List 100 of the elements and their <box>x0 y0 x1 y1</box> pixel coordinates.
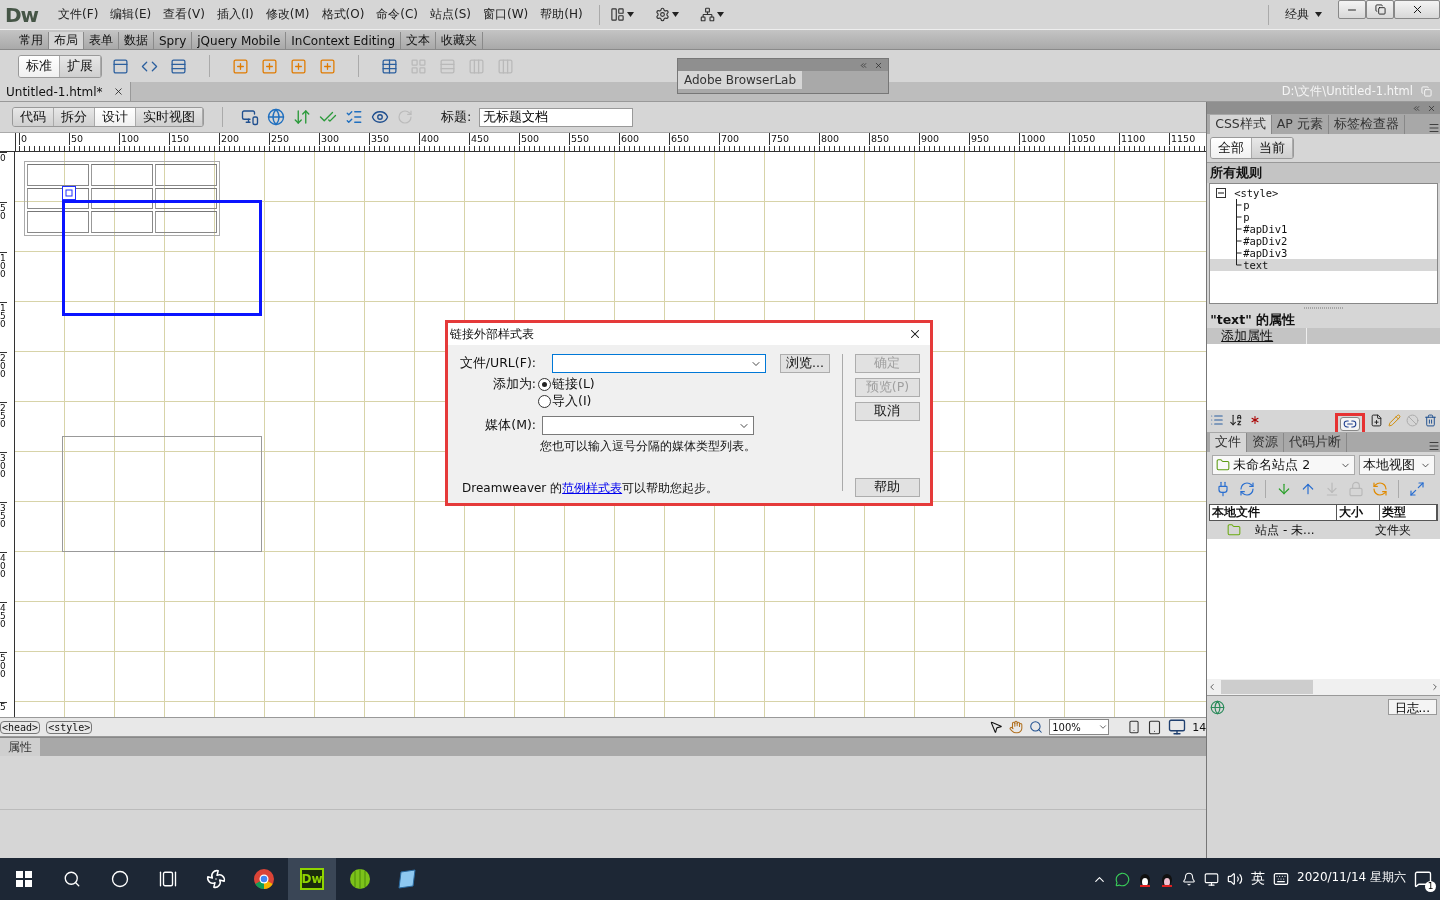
mode-tab[interactable]: 标准 <box>19 55 60 77</box>
ap-div[interactable] <box>62 200 262 316</box>
mode-tab[interactable]: 全部 <box>1211 138 1253 158</box>
mode-tab[interactable]: 当前 <box>1252 138 1294 158</box>
view-tab[interactable]: 代码 <box>13 108 54 126</box>
rule-item[interactable]: p <box>1210 211 1437 223</box>
rule-item[interactable]: #apDiv2 <box>1210 235 1437 247</box>
keyboard-icon[interactable] <box>1273 871 1289 887</box>
dialog-button[interactable]: 取消 <box>854 402 920 421</box>
sample-stylesheets-link[interactable]: 范例样式表 <box>562 481 623 495</box>
scroll-right-icon[interactable] <box>1430 682 1440 692</box>
settings-icon[interactable] <box>654 7 670 22</box>
layout-icon[interactable] <box>609 7 625 22</box>
search-icon[interactable] <box>63 870 81 888</box>
column-header[interactable]: 类型 <box>1380 505 1437 520</box>
tag-selector[interactable]: <style> <box>46 720 93 734</box>
close-icon[interactable] <box>908 327 922 341</box>
insert-tab[interactable]: 布局 <box>49 32 84 49</box>
column-header[interactable]: 大小 <box>1337 505 1381 520</box>
insert-tab[interactable]: 收藏夹 <box>436 32 484 49</box>
phone-icon[interactable] <box>1127 720 1142 734</box>
rows-icon[interactable] <box>170 57 187 75</box>
menu-icon[interactable] <box>1428 440 1440 452</box>
transfer-icon[interactable] <box>293 108 311 126</box>
selection-handle[interactable] <box>62 186 76 200</box>
menu-item[interactable]: 帮助(H) <box>534 6 589 23</box>
multiscreen-icon[interactable] <box>241 108 259 126</box>
mode-tab[interactable]: 扩展 <box>60 55 101 77</box>
menu-item[interactable]: 插入(I) <box>210 6 260 23</box>
tablet-icon[interactable] <box>1147 719 1163 735</box>
sitemap-icon[interactable] <box>699 7 715 22</box>
input-language[interactable]: 英 <box>1251 870 1265 888</box>
delete-icon[interactable] <box>1424 413 1437 427</box>
menu-item[interactable]: 格式(O) <box>315 6 371 23</box>
dialog-button[interactable]: 帮助 <box>854 478 920 497</box>
menu-item[interactable]: 窗口(W) <box>477 6 535 23</box>
zoom-select[interactable]: 100% <box>1049 719 1110 735</box>
minimize-button[interactable] <box>1338 0 1366 19</box>
menu-item[interactable]: 文件(F) <box>52 6 105 23</box>
view-tab[interactable]: 设计 <box>95 108 136 126</box>
insert-tab[interactable]: 表单 <box>84 32 119 49</box>
hand-icon[interactable] <box>1009 720 1024 734</box>
title-field[interactable]: 无标题文档 <box>479 107 634 127</box>
menu-icon[interactable] <box>1428 122 1440 134</box>
bell-icon[interactable] <box>1182 872 1196 886</box>
layout-table[interactable] <box>24 161 220 236</box>
panel-tab[interactable]: 代码片断 <box>1284 433 1348 452</box>
panel-tab[interactable]: 资源 <box>1247 433 1285 452</box>
zoom-icon[interactable] <box>1029 720 1044 734</box>
log-button[interactable]: 日志... <box>1387 699 1437 715</box>
visual-aids-icon[interactable] <box>371 108 389 126</box>
panel-tab[interactable]: Adobe BrowserLab <box>678 71 803 89</box>
insert-tab[interactable]: 数据 <box>119 32 154 49</box>
monitor-icon[interactable] <box>1168 718 1187 736</box>
network-icon[interactable] <box>1204 871 1219 887</box>
rule-item[interactable]: #apDiv3 <box>1210 247 1437 259</box>
new-rule-icon[interactable] <box>1370 413 1383 427</box>
rule-root[interactable]: <style> <box>1210 187 1437 199</box>
close-button[interactable] <box>1394 0 1440 19</box>
panel-tab[interactable]: CSS样式 <box>1210 115 1272 134</box>
collapse-box-icon[interactable] <box>1216 188 1227 198</box>
task-view-icon[interactable] <box>159 870 177 888</box>
menu-item[interactable]: 站点(S) <box>424 6 478 23</box>
chat-icon[interactable] <box>1115 871 1130 887</box>
file-url-field[interactable] <box>552 354 766 373</box>
radio-option[interactable]: 链接(L) <box>538 376 595 393</box>
view-select[interactable]: 本地视图 <box>1359 455 1436 475</box>
restore-button[interactable] <box>1366 0 1394 19</box>
insert-tab[interactable]: jQuery Mobile <box>192 32 287 49</box>
properties-tab[interactable]: 属性 <box>0 738 40 756</box>
expand-icon[interactable] <box>1409 481 1426 497</box>
menu-item[interactable]: 命令(C) <box>370 6 425 23</box>
tag-selector[interactable]: <head> <box>0 720 41 734</box>
site-select[interactable]: 未命名站点 2 <box>1212 455 1356 475</box>
view-tab[interactable]: 实时视图 <box>136 108 203 126</box>
column-header[interactable]: 本地文件 <box>1210 505 1338 520</box>
menu-item[interactable]: 编辑(E) <box>104 6 158 23</box>
notification-icon[interactable] <box>1414 870 1432 888</box>
insert-tab[interactable]: Spry <box>154 32 193 49</box>
panel-tab[interactable]: 文件 <box>1210 433 1248 452</box>
globe-icon[interactable] <box>267 108 285 126</box>
rule-item[interactable]: text <box>1210 259 1437 271</box>
panel-icon[interactable] <box>112 57 129 75</box>
globe-icon[interactable] <box>1210 699 1226 715</box>
menu-item[interactable]: 修改(M) <box>259 6 316 23</box>
close-icon[interactable] <box>112 86 124 97</box>
rule-item[interactable]: #apDiv1 <box>1210 223 1437 235</box>
panel-tab[interactable]: 标签检查器 <box>1328 115 1405 134</box>
table-icon[interactable] <box>381 57 398 75</box>
document-tab[interactable]: Untitled-1.html* <box>0 82 131 101</box>
menu-item[interactable]: 查看(V) <box>157 6 211 23</box>
attach-stylesheet-button[interactable] <box>1340 417 1360 431</box>
pinwheel-icon[interactable] <box>206 869 226 889</box>
insert-tab[interactable]: InContext Editing <box>286 32 402 49</box>
pointer-icon[interactable] <box>989 720 1004 734</box>
cortana-icon[interactable] <box>111 870 129 888</box>
browser-check-icon[interactable] <box>345 108 363 126</box>
media-field[interactable] <box>542 416 754 435</box>
taskbar-app[interactable]: Dw <box>288 858 336 900</box>
workspace-switcher[interactable]: 经典 <box>1279 6 1315 23</box>
